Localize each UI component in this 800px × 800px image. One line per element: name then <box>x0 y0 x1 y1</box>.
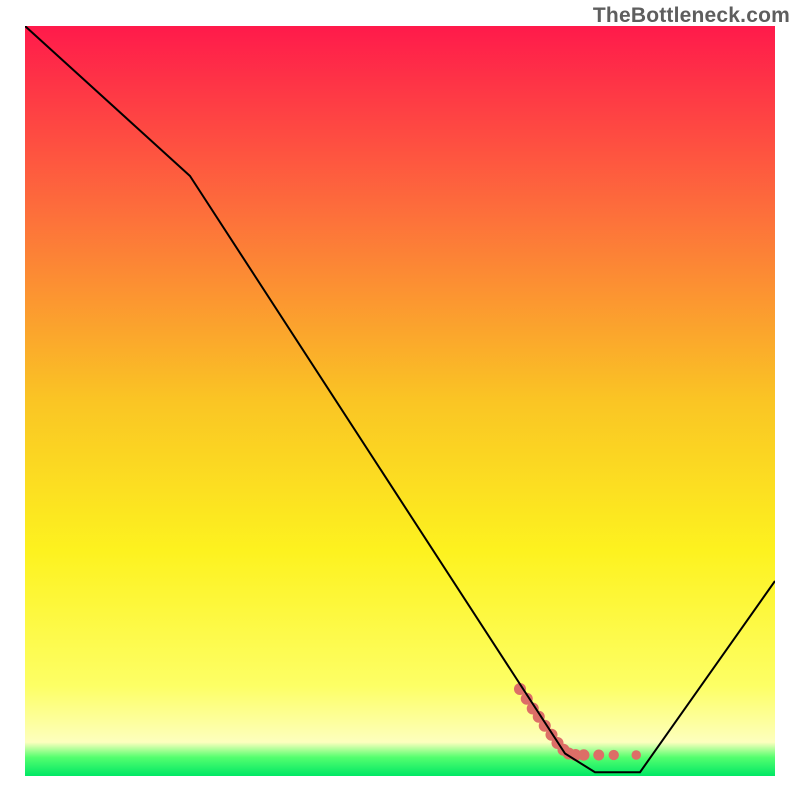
chart-svg <box>25 26 775 776</box>
marker-point <box>578 749 589 760</box>
watermark-text: TheBottleneck.com <box>593 4 790 28</box>
chart-background <box>25 26 775 776</box>
chart-canvas <box>25 26 775 776</box>
marker-point <box>593 750 604 761</box>
marker-point <box>631 750 641 760</box>
marker-point <box>609 750 619 760</box>
